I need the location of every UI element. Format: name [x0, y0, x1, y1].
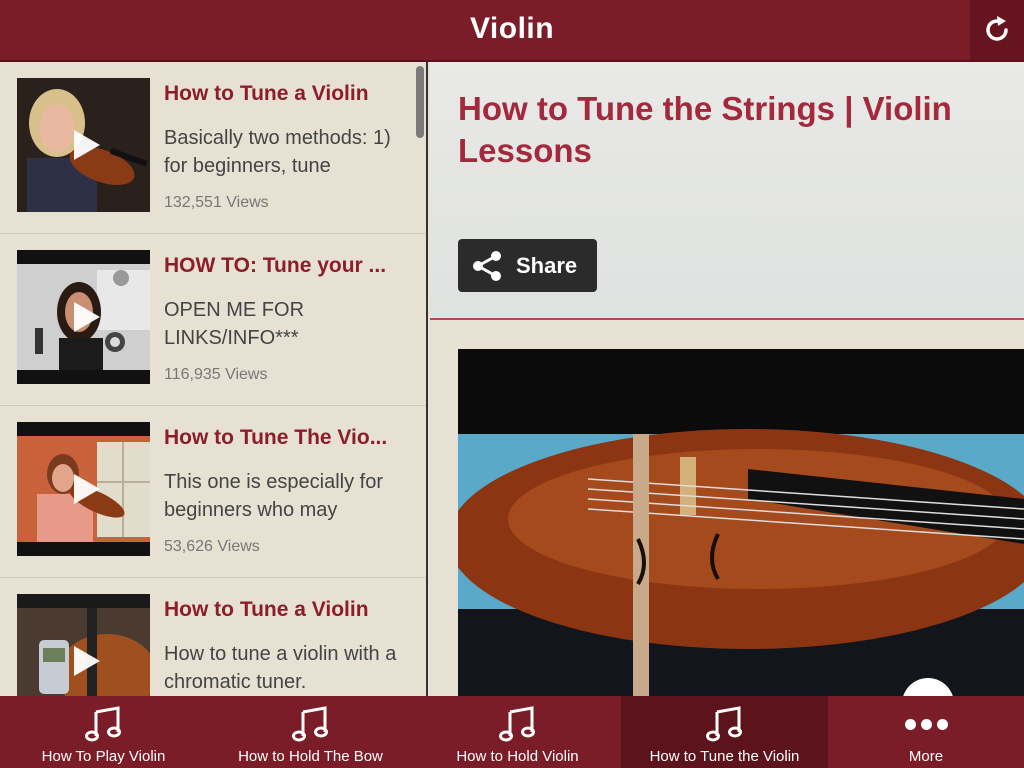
list-scrollbar[interactable] — [416, 66, 424, 138]
video-title[interactable]: HOW TO: Tune your ... — [164, 254, 414, 278]
nav-tab-more[interactable]: More — [828, 696, 1024, 768]
music-note-icon — [291, 706, 328, 742]
video-thumbnail[interactable] — [17, 78, 150, 212]
bottom-nav: How To Play Violin How to Hold The Bow H… — [0, 696, 1024, 768]
music-note-icon — [498, 706, 535, 742]
video-thumbnail[interactable] — [17, 250, 150, 384]
nav-tab-hold-bow[interactable]: How to Hold The Bow — [207, 696, 414, 768]
video-detail: How to Tune the Strings | Violin Lessons… — [430, 62, 1024, 696]
detail-title: How to Tune the Strings | Violin Lessons — [458, 90, 952, 169]
music-note-icon — [84, 706, 121, 742]
music-note-icon — [705, 706, 742, 742]
share-icon — [473, 250, 501, 281]
video-description: OPEN ME FOR LINKS/INFO*** — [164, 299, 305, 349]
video-player[interactable] — [458, 349, 1024, 696]
nav-tab-tune-violin[interactable]: How to Tune the Violin — [621, 696, 828, 768]
video-views: 53,626 Views — [164, 538, 260, 555]
nav-label: How to Tune the Violin — [649, 748, 800, 765]
video-description: How to tune a violin with a chromatic tu… — [164, 643, 397, 693]
app-header: Violin — [0, 0, 1024, 62]
video-description: This one is especially for beginners who… — [164, 471, 383, 521]
list-item[interactable]: How to Tune The Vio... This one is espec… — [0, 406, 426, 578]
play-icon — [73, 130, 100, 160]
thumbnail-image — [17, 594, 150, 696]
list-item[interactable]: How to Tune a Violin Basically two metho… — [0, 62, 426, 234]
nav-tab-play-violin[interactable]: How To Play Violin — [0, 696, 207, 768]
more-dots-icon — [904, 718, 948, 730]
video-views: 132,551 Views — [164, 194, 269, 211]
video-title[interactable]: How to Tune The Vio... — [164, 426, 414, 450]
share-label: Share — [516, 252, 578, 278]
refresh-icon — [986, 16, 1008, 41]
play-icon — [73, 302, 100, 332]
video-title[interactable]: How to Tune a Violin — [164, 598, 414, 622]
play-icon — [73, 646, 100, 676]
nav-label: More — [908, 748, 944, 765]
video-frame — [458, 349, 1024, 696]
nav-label: How To Play Violin — [41, 748, 166, 765]
refresh-button[interactable] — [970, 0, 1024, 60]
video-views: 116,935 Views — [164, 366, 268, 383]
list-item[interactable]: HOW TO: Tune your ... OPEN ME FOR LINKS/… — [0, 234, 426, 406]
video-title[interactable]: How to Tune a Violin — [164, 82, 414, 106]
video-thumbnail[interactable] — [17, 422, 150, 556]
detail-header: How to Tune the Strings | Violin Lessons… — [430, 62, 1024, 320]
nav-label: How to Hold The Bow — [238, 748, 383, 765]
video-thumbnail[interactable] — [17, 594, 150, 696]
app-title: Violin — [469, 12, 555, 45]
video-description: Basically two methods: 1) for beginners,… — [164, 127, 391, 177]
video-list[interactable]: How to Tune a Violin Basically two metho… — [0, 62, 428, 696]
nav-label: How to Hold Violin — [456, 748, 579, 765]
nav-tab-hold-violin[interactable]: How to Hold Violin — [414, 696, 621, 768]
share-button[interactable]: Share — [458, 239, 597, 292]
list-item[interactable]: How to Tune a Violin How to tune a violi… — [0, 578, 426, 696]
play-icon — [73, 474, 100, 504]
